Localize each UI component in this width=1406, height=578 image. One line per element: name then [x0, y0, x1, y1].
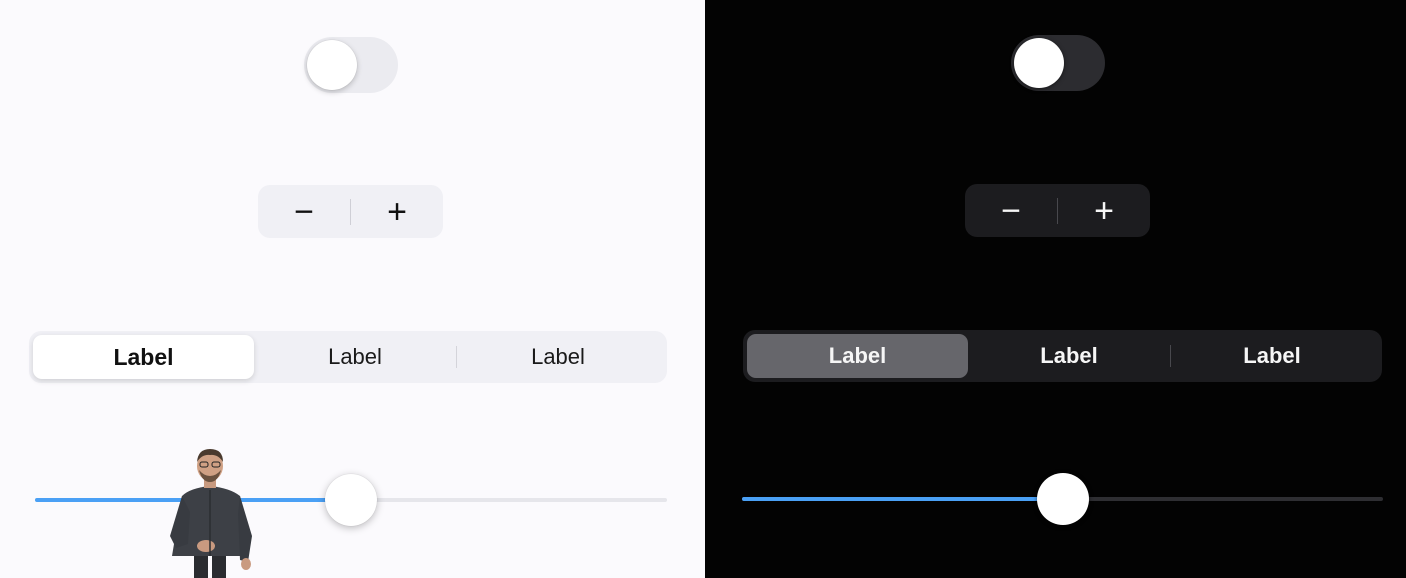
dark-stepper: − + [965, 184, 1150, 237]
dark-segmented-control: Label Label Label [743, 330, 1382, 382]
dark-slider-track[interactable] [742, 473, 1383, 525]
light-stepper: − + [258, 185, 443, 238]
light-stepper-plus-button[interactable]: + [351, 185, 443, 238]
light-toggle-knob [307, 40, 357, 90]
dark-segment-2[interactable]: Label [968, 334, 1170, 378]
light-segment-3[interactable]: Label [457, 335, 659, 379]
light-segment-2[interactable]: Label [254, 335, 456, 379]
dark-mode-panel: − + Label Label Label [705, 0, 1406, 578]
light-slider-track[interactable] [35, 474, 667, 526]
light-mode-panel: − + Label Label Label [0, 0, 705, 578]
light-toggle-switch[interactable] [304, 37, 398, 93]
light-stepper-minus-button[interactable]: − [258, 185, 350, 238]
dark-toggle-switch[interactable] [1011, 35, 1105, 91]
dark-segment-3[interactable]: Label [1171, 334, 1373, 378]
presenter-figure [170, 449, 252, 578]
light-slider-thumb[interactable] [325, 474, 377, 526]
dark-segment-1[interactable]: Label [747, 334, 968, 378]
light-segment-1[interactable]: Label [33, 335, 254, 379]
light-segmented-control: Label Label Label [29, 331, 667, 383]
dark-stepper-minus-button[interactable]: − [965, 184, 1057, 237]
dark-slider-thumb[interactable] [1036, 473, 1089, 525]
dark-toggle-knob [1014, 38, 1064, 88]
dark-stepper-plus-button[interactable]: + [1058, 184, 1150, 237]
dark-slider-fill [742, 497, 1063, 501]
